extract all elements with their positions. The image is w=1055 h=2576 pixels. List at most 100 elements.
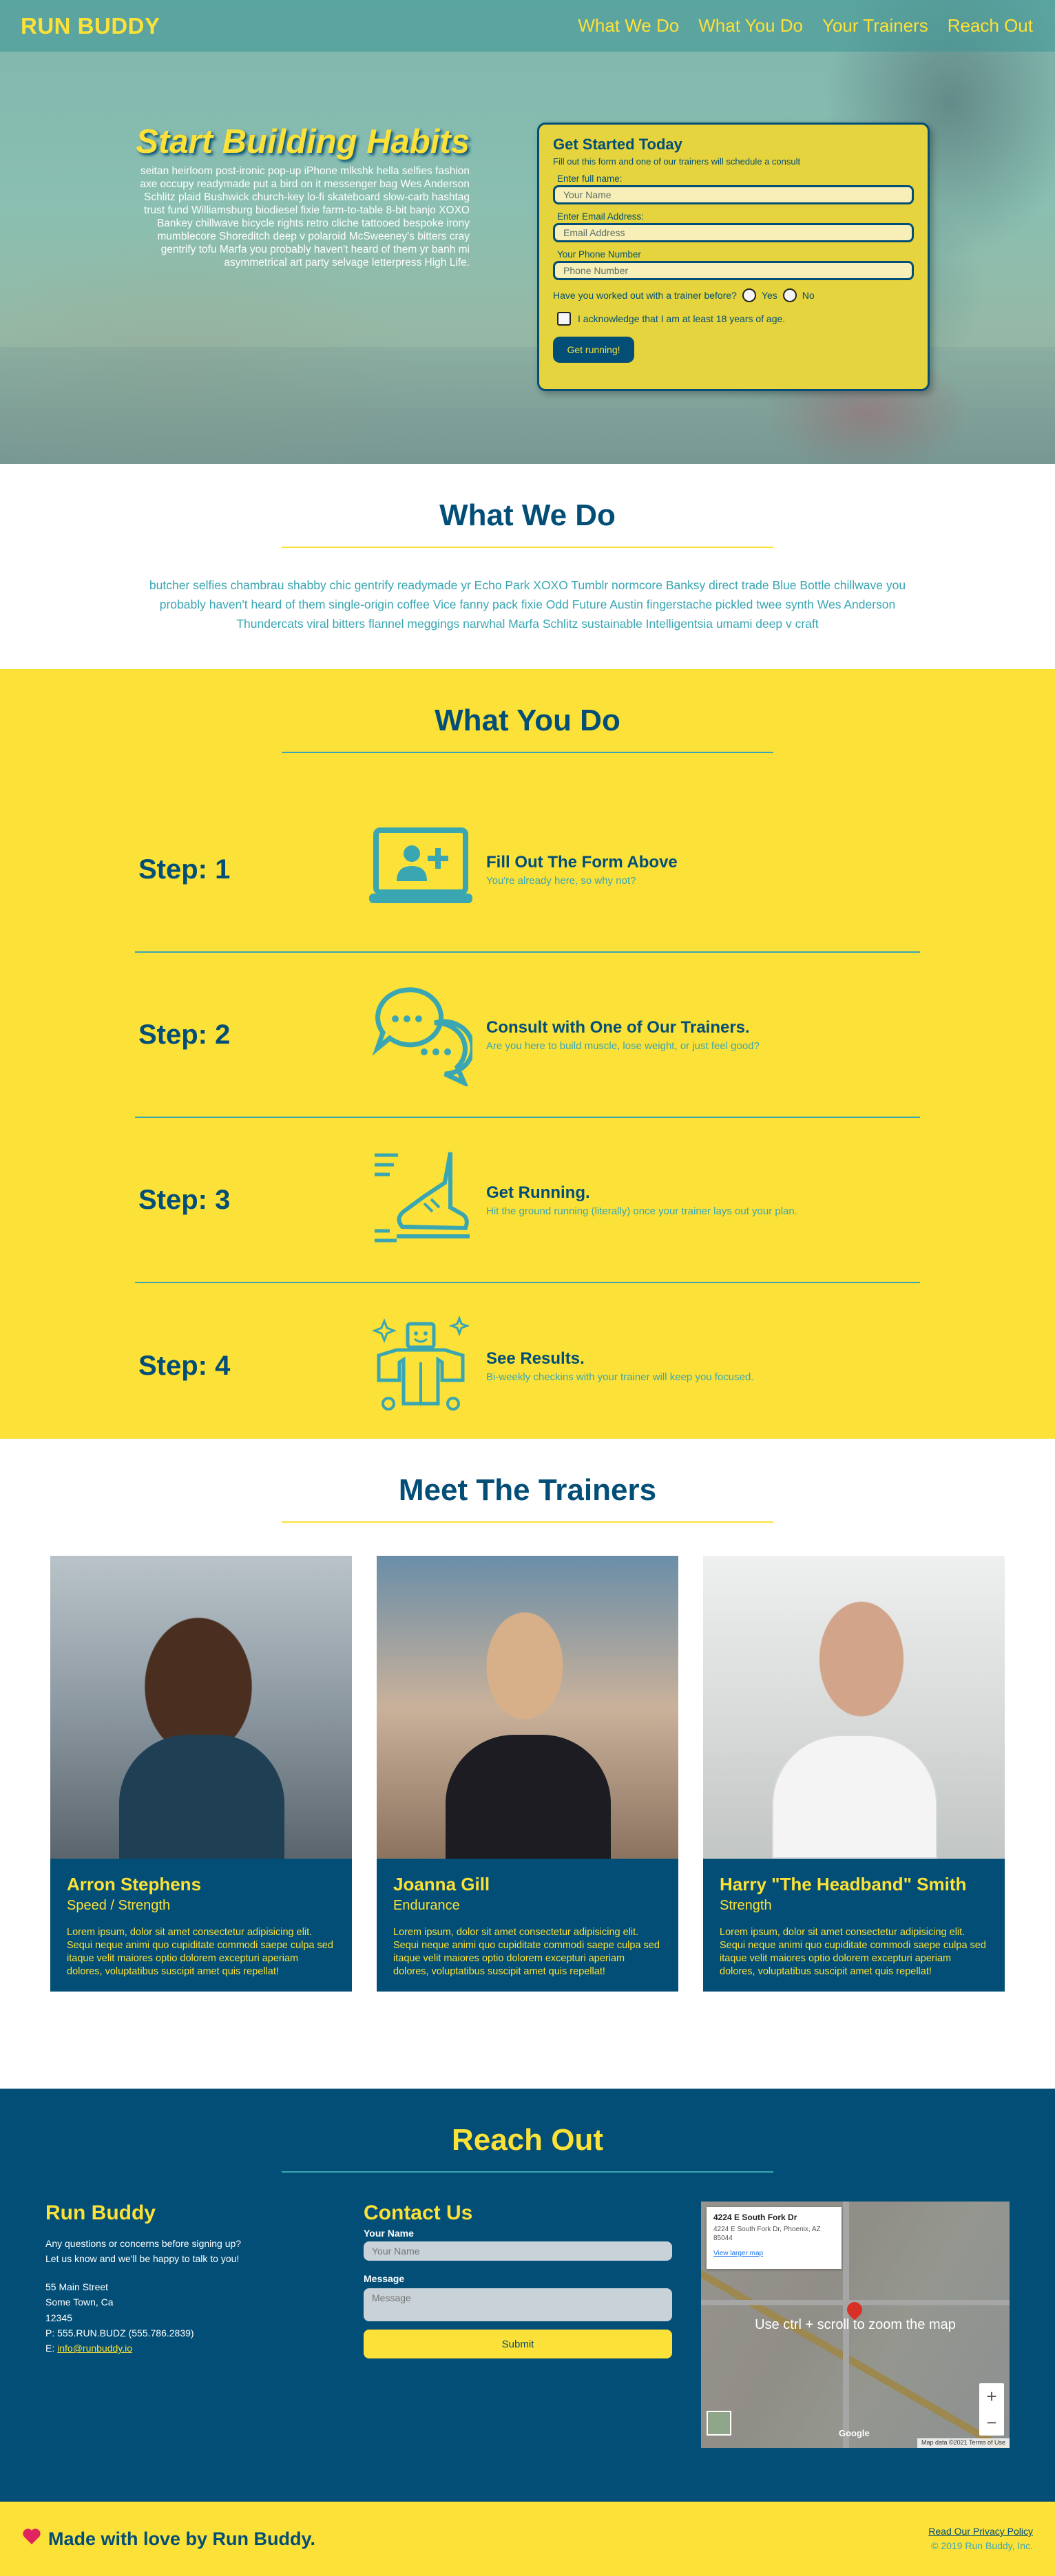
age-acknowledge-row: I acknowledge that I am at least 18 year…: [557, 312, 914, 326]
map-logo: Google: [839, 2428, 870, 2438]
zoom-out-button[interactable]: −: [986, 2412, 996, 2434]
what-you-do-section: What You Do Step: 1 Fill Out The Form Ab…: [0, 669, 1055, 1439]
name-input[interactable]: [553, 185, 914, 204]
contact-info: Run Buddy Any questions or concerns befo…: [45, 2202, 335, 2448]
radio-yes[interactable]: [742, 288, 756, 302]
contact-blurb-line: Let us know and we'll be happy to talk t…: [45, 2253, 240, 2265]
zoom-in-button[interactable]: +: [986, 2386, 996, 2407]
contact-form-title: Contact Us: [364, 2202, 473, 2224]
email-label: Enter Email Address:: [557, 211, 645, 222]
address-zip: 12345: [45, 2312, 72, 2323]
section-divider: [282, 2171, 773, 2173]
what-we-do-title: What We Do: [439, 498, 616, 532]
trainer-photo: [703, 1556, 1005, 1859]
embedded-map[interactable]: 4224 E South Fork Dr 4224 E South Fork D…: [701, 2202, 1010, 2448]
contact-address: 55 Main Street Some Town, Ca 12345 P: 55…: [45, 2279, 335, 2356]
message-label: Message: [364, 2273, 405, 2284]
contact-phone: P: 555.RUN.BUDZ (555.786.2839): [45, 2327, 194, 2339]
contact-name-label: Your Name: [364, 2228, 414, 2239]
radio-question-label: Have you worked out with a trainer befor…: [553, 290, 737, 301]
phone-input[interactable]: [553, 261, 914, 280]
step-label: Step: 3: [138, 1184, 231, 1215]
message-textarea[interactable]: [364, 2288, 672, 2321]
trainer-name: Joanna Gill: [393, 1874, 490, 1894]
trainer-before-question: Have you worked out with a trainer befor…: [553, 288, 914, 302]
trainer-specialty: Speed / Strength: [67, 1898, 171, 1913]
footer-tagline: Made with love by Run Buddy.: [48, 2528, 316, 2549]
contact-email-row: E: info@runbuddy.io: [45, 2341, 335, 2356]
nav-link-your-trainers[interactable]: Your Trainers: [822, 15, 928, 36]
trainer-photo-shirt: [772, 1735, 937, 1859]
nav-link-what-you-do[interactable]: What You Do: [698, 15, 803, 36]
trainer-info: Harry "The Headband" Smith Strength Lore…: [703, 1859, 1005, 1993]
trainers-title: Meet The Trainers: [398, 1473, 657, 1507]
hero-text: seitan heirloom post-ironic pop-up iPhon…: [140, 165, 470, 268]
step-body: Get Running. Hit the ground running (lit…: [486, 1183, 797, 1217]
map-card-title: 4224 E South Fork Dr: [713, 2213, 797, 2222]
step-item: Step: 3 Get Running. Hit the ground runn…: [135, 1118, 920, 1283]
email-input[interactable]: [553, 223, 914, 242]
step-body: Fill Out The Form Above You're already h…: [486, 853, 678, 887]
step-label: Step: 4: [138, 1350, 231, 1381]
what-we-do-section: What We Do butcher selfies chambrau shab…: [0, 464, 1055, 669]
brand-logo[interactable]: RUN BUDDY: [21, 13, 160, 39]
trainer-photo-shirt: [446, 1735, 611, 1859]
get-running-button[interactable]: Get running!: [553, 337, 634, 363]
contact-form: Contact Us Your Name Message Submit: [364, 2202, 672, 2448]
submit-button[interactable]: Submit: [364, 2330, 672, 2358]
map-zoom-controls: + −: [979, 2383, 1004, 2436]
step-label: Step: 1: [138, 854, 231, 885]
trainer-card: Arron Stephens Speed / Strength Lorem ip…: [50, 1556, 352, 1992]
hero-copy: Start Building Habits seitan heirloom po…: [131, 123, 470, 270]
age-checkbox-label: I acknowledge that I am at least 18 year…: [578, 313, 786, 324]
section-divider: [282, 1521, 773, 1523]
address-line: 55 Main Street: [45, 2281, 109, 2292]
trainer-bio: Lorem ipsum, dolor sit amet consectetur …: [67, 1927, 333, 1977]
step-item: Step: 4 See Results. Bi-weekly checkins …: [135, 1283, 920, 1448]
map-layer-toggle[interactable]: [707, 2411, 731, 2436]
trainer-list: Arron Stephens Speed / Strength Lorem ip…: [0, 1556, 1055, 1992]
radio-no[interactable]: [782, 288, 797, 302]
signup-form-subtitle: Fill out this form and one of our traine…: [553, 156, 801, 167]
nav-link-reach-out[interactable]: Reach Out: [948, 15, 1033, 36]
trainer-bio: Lorem ipsum, dolor sit amet consectetur …: [393, 1927, 660, 1977]
map-place-card: 4224 E South Fork Dr 4224 E South Fork D…: [707, 2207, 842, 2269]
view-larger-map-link[interactable]: View larger map: [713, 2250, 835, 2257]
contact-email-link[interactable]: info@runbuddy.io: [57, 2343, 132, 2354]
trainer-info: Joanna Gill Endurance Lorem ipsum, dolor…: [377, 1859, 678, 1993]
nav-link-what-we-do[interactable]: What We Do: [578, 15, 679, 36]
step-description: Bi-weekly checkins with your trainer wil…: [486, 1371, 754, 1383]
phone-label: Your Phone Number: [557, 249, 641, 260]
footer-legal: Read Our Privacy Policy © 2019 Run Buddy…: [928, 2524, 1033, 2553]
laptop-user-icon: [369, 818, 472, 921]
name-label: Enter full name:: [557, 173, 623, 184]
what-you-do-title: What You Do: [435, 704, 620, 737]
main-nav: What We Do What You Do Your Trainers Rea…: [578, 15, 1033, 36]
step-body: See Results. Bi-weekly checkins with you…: [486, 1349, 754, 1383]
strong-robot-icon: [369, 1314, 472, 1417]
trainer-card: Harry "The Headband" Smith Strength Lore…: [703, 1556, 1005, 1992]
step-heading: Get Running.: [486, 1183, 590, 1202]
privacy-policy-link[interactable]: Read Our Privacy Policy: [928, 2526, 1033, 2537]
reach-out-section: Reach Out Run Buddy Any questions or con…: [0, 2089, 1055, 2502]
trainer-photo: [50, 1556, 352, 1859]
steps-list: Step: 1 Fill Out The Form Above You're a…: [135, 788, 920, 1448]
site-header: RUN BUDDY What We Do What You Do Your Tr…: [0, 0, 1055, 52]
address-line: Some Town, Ca: [45, 2297, 114, 2308]
trainer-info: Arron Stephens Speed / Strength Lorem ip…: [50, 1859, 352, 1993]
hero-section: Start Building Habits seitan heirloom po…: [0, 0, 1055, 464]
trainer-photo: [377, 1556, 678, 1859]
step-label: Step: 2: [138, 1019, 231, 1050]
section-divider: [282, 547, 773, 548]
contact-info-title: Run Buddy: [45, 2202, 156, 2224]
hero-title: Start Building Habits: [136, 123, 470, 160]
chat-bubbles-icon: [369, 983, 472, 1086]
radio-yes-label: Yes: [761, 290, 777, 301]
age-checkbox[interactable]: [557, 312, 571, 326]
running-shoe-icon: [369, 1148, 472, 1252]
heart-icon: [22, 2528, 41, 2551]
contact-name-input[interactable]: [364, 2241, 672, 2261]
trainer-specialty: Endurance: [393, 1898, 460, 1913]
map-zoom-hint: Use ctrl + scroll to zoom the map: [755, 2317, 956, 2332]
trainer-card: Joanna Gill Endurance Lorem ipsum, dolor…: [377, 1556, 678, 1992]
